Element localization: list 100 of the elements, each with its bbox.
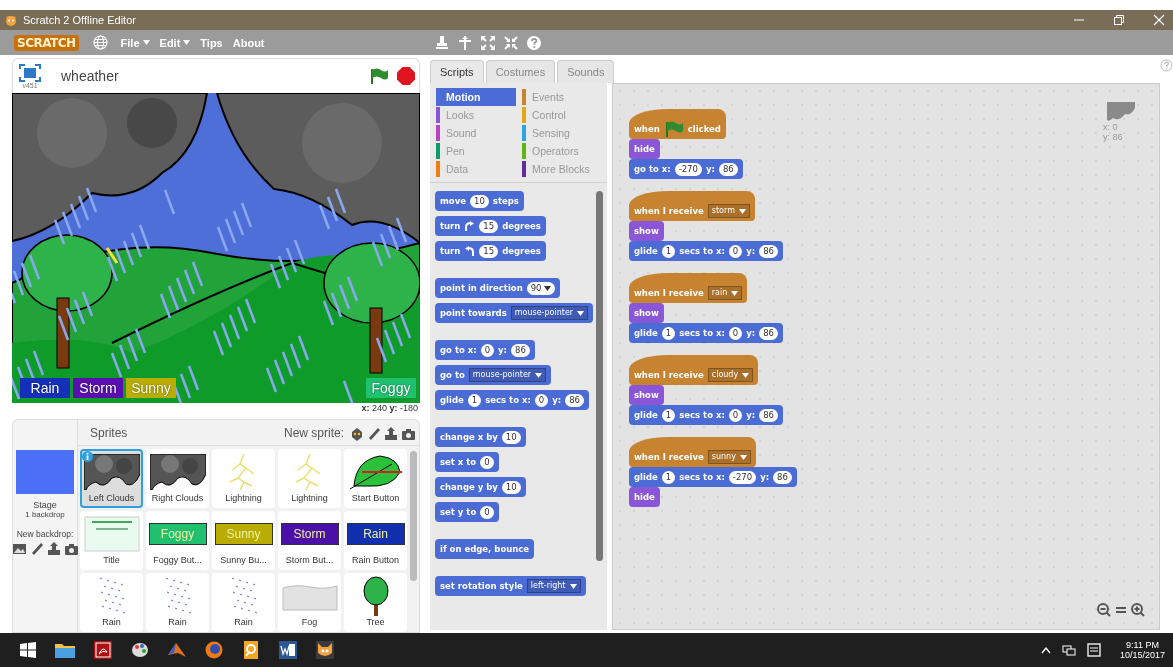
number-input[interactable]: 0 xyxy=(728,244,743,258)
sprite-tile[interactable]: Lightning xyxy=(212,449,275,508)
number-input[interactable]: 1 xyxy=(661,244,676,258)
number-input[interactable]: 86 xyxy=(759,244,779,258)
pdf-icon[interactable] xyxy=(94,641,112,659)
number-input[interactable]: 86 xyxy=(773,470,792,484)
code-block[interactable]: glide 1 secs to x: 0 y: 86 xyxy=(629,323,784,343)
dropdown-menu[interactable]: left-right xyxy=(526,579,581,593)
code-block[interactable]: change y by 10 xyxy=(435,477,526,497)
dropdown-menu[interactable]: storm xyxy=(707,204,750,218)
sprite-tile[interactable]: Rain xyxy=(80,573,143,632)
sprite-library-icon[interactable] xyxy=(350,426,364,442)
code-block[interactable]: hide xyxy=(629,487,660,507)
code-block[interactable]: turn 15 degrees xyxy=(435,241,546,261)
zoom-out-icon[interactable] xyxy=(1097,603,1111,617)
code-block[interactable]: set y to 0 xyxy=(435,502,499,522)
sprite-tile[interactable]: Rain xyxy=(212,573,275,632)
upload-icon[interactable] xyxy=(384,427,398,441)
number-input[interactable]: 0 xyxy=(480,455,494,469)
upload-icon[interactable] xyxy=(46,542,61,556)
number-input[interactable]: 86 xyxy=(759,408,779,422)
code-block[interactable]: if on edge, bounce xyxy=(435,539,535,559)
fullscreen-icon[interactable] xyxy=(19,63,41,82)
code-block[interactable]: glide 1 secs to x: 0 y: 86 xyxy=(435,390,590,410)
sprite-tile[interactable]: Storm Storm But... xyxy=(278,511,341,570)
dropdown-menu[interactable]: cloudy xyxy=(707,368,754,382)
folder-icon[interactable] xyxy=(55,642,75,658)
zoom-in-icon[interactable] xyxy=(1131,603,1145,617)
code-block[interactable]: go to x: 0 y: 86 xyxy=(435,340,535,360)
cat-face-icon[interactable] xyxy=(316,641,334,659)
restore-icon[interactable] xyxy=(1113,14,1125,26)
number-input[interactable]: 0 xyxy=(728,408,743,422)
shrink-icon[interactable] xyxy=(504,35,518,50)
code-block[interactable]: show xyxy=(629,385,664,405)
paint-palette-icon[interactable] xyxy=(131,641,149,659)
number-dropdown[interactable]: 90 xyxy=(526,281,555,295)
weather-button[interactable]: Storm xyxy=(73,378,123,398)
number-input[interactable]: 15 xyxy=(479,244,499,258)
stamp-icon[interactable] xyxy=(435,35,449,50)
stage-thumbnail[interactable] xyxy=(16,450,74,494)
number-input[interactable]: 0 xyxy=(728,326,743,340)
image-icon[interactable] xyxy=(13,542,27,556)
chevron-up-icon[interactable] xyxy=(1040,646,1051,654)
number-input[interactable]: 10 xyxy=(501,480,521,494)
sprite-tile[interactable]: Tree xyxy=(344,573,407,632)
code-block[interactable]: set x to 0 xyxy=(435,452,499,472)
hat-block[interactable]: when I receive rain xyxy=(629,273,748,303)
hat-block[interactable]: when I receive storm xyxy=(629,191,755,221)
dropdown-menu[interactable]: mouse-pointer xyxy=(468,368,547,382)
sprite-tile[interactable]: Rain xyxy=(146,573,209,632)
code-block[interactable]: point towards mouse-pointer xyxy=(435,303,594,323)
category-item[interactable]: Motion xyxy=(436,88,516,106)
clock-date[interactable]: 10/15/2017 xyxy=(1119,650,1165,660)
help-icon[interactable] xyxy=(527,35,541,50)
number-input[interactable]: -270 xyxy=(674,162,702,176)
code-block[interactable]: move 10 steps xyxy=(435,191,524,211)
windows-start-icon[interactable] xyxy=(20,642,36,658)
code-block[interactable]: hide xyxy=(629,139,660,159)
code-block[interactable]: go to mouse-pointer xyxy=(435,365,552,385)
scrollbar[interactable] xyxy=(596,191,603,561)
number-input[interactable]: 0 xyxy=(480,343,495,357)
scrollbar[interactable] xyxy=(410,451,417,581)
number-input[interactable]: 10 xyxy=(470,194,489,208)
sprite-tile[interactable]: Sunny Sunny Bu... xyxy=(212,511,275,570)
camera-icon[interactable] xyxy=(401,427,416,441)
number-input[interactable]: 86 xyxy=(511,343,530,357)
dropdown-menu[interactable]: mouse-pointer xyxy=(510,306,589,320)
code-block[interactable]: glide 1 secs to x: 0 y: 86 xyxy=(629,405,784,425)
sprite-tile[interactable]: Right Clouds xyxy=(146,449,209,508)
weather-button[interactable]: Rain xyxy=(20,378,70,398)
number-input[interactable]: 86 xyxy=(718,162,738,176)
code-block[interactable]: point in direction 90 xyxy=(435,278,560,298)
sprite-tile[interactable]: Left Clouds xyxy=(80,449,143,508)
project-title-field[interactable]: wheather xyxy=(61,68,119,84)
number-input[interactable]: 1 xyxy=(467,393,482,407)
browser-globe-icon[interactable] xyxy=(205,641,223,659)
magnifier-document-icon[interactable] xyxy=(242,641,260,659)
sprite-tile[interactable]: Foggy Foggy But... xyxy=(146,511,209,570)
close-icon[interactable] xyxy=(1153,14,1165,26)
expand-icon[interactable] xyxy=(481,35,495,50)
code-block[interactable]: glide 1 secs to x: -270 y: 86 xyxy=(629,467,797,487)
word-document-icon[interactable] xyxy=(279,641,297,659)
code-block[interactable]: turn 15 degrees xyxy=(435,216,546,236)
number-input[interactable]: -270 xyxy=(728,470,757,484)
number-input[interactable]: 86 xyxy=(759,326,779,340)
code-block[interactable]: go to x: -270 y: 86 xyxy=(629,159,743,179)
number-input[interactable]: 86 xyxy=(565,393,585,407)
code-block[interactable]: show xyxy=(629,221,664,241)
hat-block[interactable]: when I receive cloudy xyxy=(629,355,759,385)
number-input[interactable]: 0 xyxy=(480,505,494,519)
globe-icon[interactable] xyxy=(92,35,108,50)
code-block[interactable]: set rotation style left-right xyxy=(435,576,586,596)
code-block[interactable]: change x by 10 xyxy=(435,427,526,447)
number-input[interactable]: 10 xyxy=(501,430,521,444)
sprite-tile[interactable]: Lightning xyxy=(278,449,341,508)
number-input[interactable]: 1 xyxy=(661,326,676,340)
number-input[interactable]: 0 xyxy=(534,393,549,407)
hat-block[interactable]: when I receive sunny xyxy=(629,437,756,467)
code-block[interactable]: glide 1 secs to x: 0 y: 86 xyxy=(629,241,784,261)
stop-icon[interactable] xyxy=(397,67,415,85)
